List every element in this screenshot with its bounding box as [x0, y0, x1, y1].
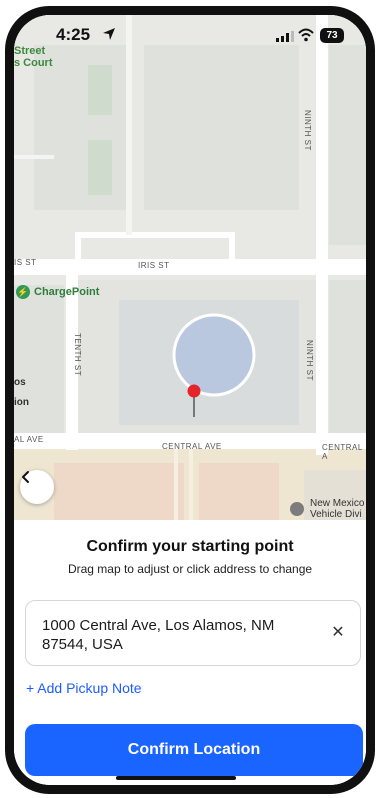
- status-time: 4:25: [56, 25, 91, 44]
- chargepoint-icon: ⚡: [16, 285, 30, 299]
- street-label-central: CENTRAL AVE: [162, 442, 222, 451]
- address-value[interactable]: 1000 Central Ave, Los Alamos, NM 87544, …: [42, 616, 302, 654]
- screen: Street s Court IS ST IRIS ST NINTH ST NI…: [14, 15, 366, 785]
- map-pin-icon[interactable]: [184, 383, 204, 419]
- map-place-label-nm: New Mexico Vehicle Divi: [310, 498, 365, 520]
- chargepoint-label: ChargePoint: [34, 286, 100, 298]
- battery-icon: 73: [320, 28, 344, 43]
- street-label-ninth-top: NINTH ST: [303, 110, 312, 151]
- chevron-left-icon: [22, 471, 29, 483]
- map-view[interactable]: Street s Court IS ST IRIS ST NINTH ST NI…: [14, 15, 366, 520]
- street-label-tenth: TENTH ST: [73, 333, 82, 377]
- location-arrow-icon: [103, 28, 115, 40]
- sheet-subtitle: Drag map to adjust or click address to c…: [67, 562, 313, 576]
- street-label-iris-left: IS ST: [14, 258, 37, 267]
- street-label-central-right: CENTRAL A: [322, 443, 363, 461]
- street-label-central-left: AL AVE: [14, 435, 44, 444]
- address-field[interactable]: 1000 Central Ave, Los Alamos, NM 87544, …: [25, 600, 361, 666]
- back-button[interactable]: [20, 470, 54, 504]
- government-building-icon: [290, 502, 304, 516]
- street-label-ninth-mid: NINTH ST: [305, 340, 314, 381]
- wifi-icon: [298, 28, 314, 42]
- signal-icon: [276, 31, 294, 42]
- chargepoint-poi[interactable]: ⚡ ChargePoint: [16, 285, 99, 299]
- map-place-label-os: os: [14, 377, 26, 388]
- phone-frame: Street s Court IS ST IRIS ST NINTH ST NI…: [0, 0, 380, 798]
- close-icon[interactable]: ✕: [328, 623, 348, 643]
- confirm-location-button[interactable]: Confirm Location: [25, 724, 363, 776]
- confirm-sheet: Confirm your starting point Drag map to …: [14, 520, 366, 785]
- sheet-title: Confirm your starting point: [86, 538, 294, 555]
- home-indicator[interactable]: [116, 776, 236, 780]
- map-place-label-ion: ion: [14, 397, 29, 408]
- status-bar: 4:25 73: [14, 15, 366, 59]
- street-label-iris: IRIS ST: [138, 261, 170, 270]
- add-pickup-note-link[interactable]: + Add Pickup Note: [26, 680, 142, 696]
